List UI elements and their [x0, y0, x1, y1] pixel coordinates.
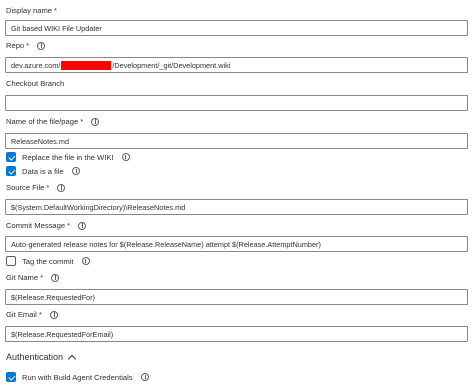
authentication-title: Authentication: [6, 352, 64, 362]
info-icon[interactable]: [51, 273, 60, 282]
data-is-file-checkbox[interactable]: [6, 166, 16, 176]
build-agent-label: Run with Build Agent Credentials: [22, 372, 133, 382]
replace-file-checkbox[interactable]: [6, 152, 16, 162]
required-marker: *: [80, 117, 84, 126]
display-name-label: Display name *: [6, 6, 57, 15]
commit-message-value: Auto-generated release notes for $(Relea…: [11, 239, 321, 249]
repo-value-suffix: /Development/_git/Development.wiki: [112, 60, 231, 70]
tag-commit-checkbox[interactable]: [6, 256, 16, 266]
info-icon[interactable]: [91, 117, 100, 126]
chevron-up-icon[interactable]: [67, 354, 77, 363]
required-marker: *: [40, 273, 44, 282]
source-file-label-text: Source File: [6, 183, 45, 192]
build-agent-checkbox[interactable]: [6, 372, 16, 382]
info-icon[interactable]: [140, 373, 149, 381]
data-is-file-label: Data is a file: [22, 166, 64, 176]
file-page-label: Name of the file/page *: [6, 117, 100, 126]
repo-input[interactable]: dev.azure.com/ /Development/_git/Develop…: [5, 57, 468, 73]
source-file-input[interactable]: $(System.DefaultWorkingDirectory)\Releas…: [5, 199, 468, 215]
git-email-value: $(Release.RequestedForEmail): [11, 329, 114, 339]
commit-message-input[interactable]: Auto-generated release notes for $(Relea…: [5, 236, 468, 252]
git-email-label: Git Email *: [6, 310, 58, 319]
checkout-branch-input[interactable]: [5, 95, 468, 111]
required-marker: *: [38, 310, 42, 319]
required-marker: *: [46, 183, 50, 192]
replace-file-checkbox-row[interactable]: Replace the file in the WIKI: [6, 152, 130, 162]
git-name-value: $(Release.RequestedFor): [11, 292, 95, 302]
tag-commit-checkbox-row[interactable]: Tag the commit: [6, 256, 90, 266]
build-agent-checkbox-row[interactable]: Run with Build Agent Credentials: [6, 372, 149, 382]
required-marker: *: [67, 221, 71, 230]
tag-commit-label: Tag the commit: [22, 256, 74, 266]
repo-label-text: Repo: [6, 41, 25, 50]
redaction-bar: [61, 60, 112, 70]
repo-value-prefix: dev.azure.com/: [11, 60, 61, 70]
source-file-value: $(System.DefaultWorkingDirectory)\Releas…: [11, 202, 186, 212]
replace-file-label: Replace the file in the WIKI: [22, 152, 114, 162]
git-email-input[interactable]: $(Release.RequestedForEmail): [5, 326, 468, 342]
repo-label: Repo *: [6, 41, 46, 50]
checkout-branch-label-text: Checkout Branch: [6, 79, 65, 88]
display-name-input[interactable]: Git based WIKI File Updater: [5, 20, 468, 36]
info-icon[interactable]: [81, 257, 90, 265]
required-marker: *: [54, 6, 57, 15]
info-icon[interactable]: [78, 221, 87, 230]
info-icon[interactable]: [37, 41, 46, 50]
commit-message-label-text: Commit Message: [6, 221, 66, 230]
file-page-input[interactable]: ReleaseNotes.md: [5, 133, 468, 149]
source-file-label: Source File *: [6, 183, 66, 192]
display-name-value: Git based WIKI File Updater: [11, 23, 102, 33]
git-name-input[interactable]: $(Release.RequestedFor): [5, 289, 468, 305]
git-name-label: Git Name *: [6, 273, 60, 282]
git-email-label-text: Git Email: [6, 310, 37, 319]
git-name-label-text: Git Name: [6, 273, 39, 282]
file-page-value: ReleaseNotes.md: [11, 136, 69, 146]
file-page-label-text: Name of the file/page: [6, 117, 79, 126]
authentication-section-header[interactable]: Authentication: [6, 352, 77, 363]
info-icon[interactable]: [57, 183, 66, 192]
info-icon[interactable]: [71, 167, 80, 175]
info-icon[interactable]: [49, 310, 58, 319]
required-marker: *: [26, 41, 30, 50]
display-name-label-text: Display name: [6, 6, 53, 15]
checkout-branch-label: Checkout Branch: [6, 79, 64, 88]
data-is-file-checkbox-row[interactable]: Data is a file: [6, 166, 80, 176]
commit-message-label: Commit Message *: [6, 221, 87, 230]
info-icon[interactable]: [121, 153, 130, 161]
